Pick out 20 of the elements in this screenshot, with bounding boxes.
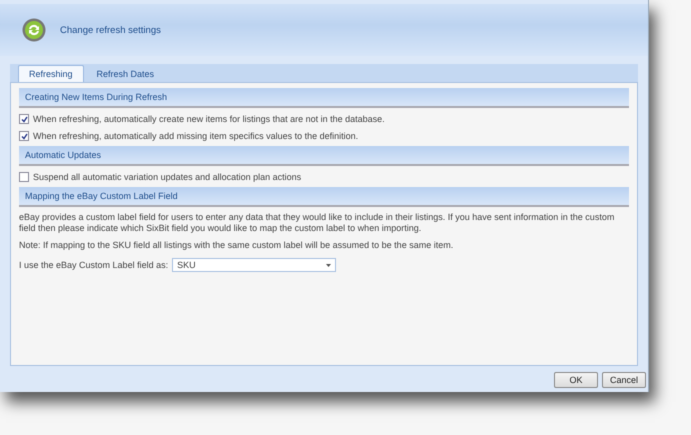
field-label: I use the eBay Custom Label field as: bbox=[19, 260, 168, 270]
description-text: Note: If mapping to the SKU field all listings with the same custom label will be assumed to be the same item. bbox=[19, 240, 454, 251]
refresh-icon bbox=[22, 18, 46, 42]
checkbox[interactable] bbox=[19, 131, 29, 141]
section-header: Automatic Updates bbox=[19, 146, 629, 166]
section-header: Mapping the eBay Custom Label Field bbox=[19, 187, 629, 207]
dialog-button[interactable]: OK bbox=[554, 372, 598, 388]
checkbox-label: When refreshing, automatically add missing item specifics values to the definition. bbox=[33, 131, 358, 141]
tab[interactable]: Refreshing bbox=[18, 65, 84, 82]
checkbox[interactable] bbox=[19, 114, 29, 124]
tab[interactable]: Refresh Dates bbox=[86, 65, 166, 82]
dialog-title: Change refresh settings bbox=[60, 24, 161, 36]
dropdown-field[interactable]: SKU bbox=[172, 258, 336, 272]
description-text: eBay provides a custom label field for users to enter any data that they would like to include in their listings. If you have sent information in the custom field then please indicate which SixBit field you would like to map the custom label to when importing. bbox=[19, 212, 616, 234]
dialog-button[interactable]: Cancel bbox=[602, 372, 646, 388]
caret-icon bbox=[326, 264, 332, 266]
checkbox[interactable] bbox=[19, 172, 29, 182]
checkbox-label: When refreshing, automatically create new items for listings that are not in the database. bbox=[33, 114, 385, 124]
section-header: Creating New Items During Refresh bbox=[19, 88, 629, 108]
checkbox-label: Suspend all automatic variation updates and allocation plan actions bbox=[33, 172, 302, 182]
